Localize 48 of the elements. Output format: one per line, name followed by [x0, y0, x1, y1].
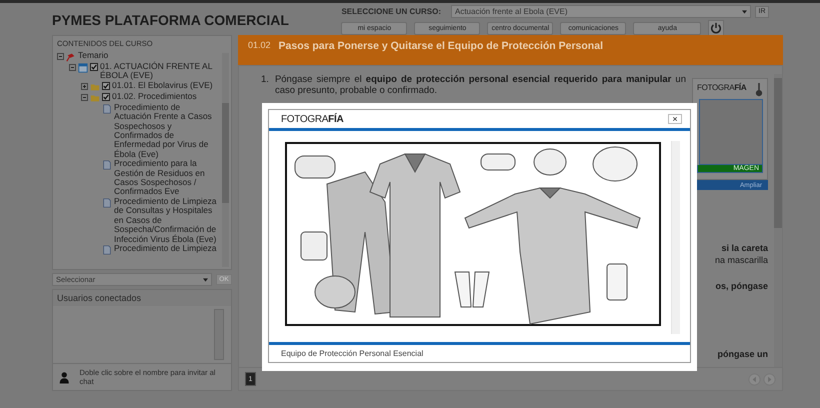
text-fragment: póngase un: [717, 348, 768, 360]
tree-item[interactable]: 01.02. Procedimientos: [112, 92, 220, 102]
tree-item[interactable]: 01. ACTUACIÓN FRENTE AL ÉBOLA (EVE): [100, 62, 220, 81]
brand-logo: FOTOGRAFÍA: [697, 83, 746, 94]
expander-icon[interactable]: [69, 64, 76, 71]
tree-item[interactable]: Temario: [78, 51, 220, 60]
document-icon: [102, 244, 112, 255]
app-title: PYMES PLATAFORMA COMERCIAL: [52, 12, 289, 30]
tree-item[interactable]: Procedimiento de Limpieza de Consultas y Hospitales en Casos de Sospecha/Confirmación de Infección Virus Ébola (Eve): [114, 196, 220, 244]
checkbox[interactable]: [102, 82, 110, 90]
step-text: Póngase siempre el equipo de protección personal esencial requerido para manipular un caso presunto, probable o confirmado.: [274, 74, 686, 96]
tree-item[interactable]: 01.01. El Ebolavirus (EVE): [112, 80, 220, 90]
text-fragment: na mascarilla: [714, 254, 768, 266]
lesson-title: Pasos para Ponerse y Quitarse el Equipo de Protección Personal: [278, 40, 603, 52]
dropdown-arrow-icon: [742, 10, 747, 14]
step-number: 1.: [261, 74, 269, 87]
power-icon[interactable]: [708, 20, 724, 36]
course-label: SELECCIONE UN CURSO:: [341, 7, 441, 16]
scrollbar[interactable]: [222, 53, 229, 267]
folder-icon: [90, 92, 100, 103]
document-icon: [102, 160, 112, 170]
scrollbar[interactable]: [214, 309, 224, 360]
tree-item[interactable]: Procedimiento de Limpieza: [114, 244, 220, 254]
image-caption: Equipo de Protección Personal Esencial: [280, 348, 424, 360]
course-select[interactable]: Actuación frente al Ebola (EVE): [451, 5, 751, 18]
tree-item[interactable]: Procedimiento para la Gestión de Residuos en Casos Sospechosos / Confirmados Eve: [114, 159, 220, 197]
calendar-icon: [78, 63, 88, 73]
user-silhouette-icon: [59, 370, 70, 384]
pin-icon: [66, 52, 76, 62]
close-button[interactable]: ×: [668, 114, 682, 124]
checkbox[interactable]: [102, 92, 110, 101]
scrollbar[interactable]: [774, 74, 782, 367]
document-icon: [102, 198, 112, 208]
expander-icon[interactable]: [57, 53, 64, 60]
text-fragment: si la careta: [721, 242, 768, 254]
pin-icon: [755, 83, 763, 97]
brand-logo: FOTOGRAFÍA: [281, 114, 344, 124]
expander-icon[interactable]: [81, 94, 88, 101]
folder-icon: [90, 82, 100, 92]
panel-title: Usuarios conectados: [53, 290, 231, 306]
dropdown-arrow-icon: [203, 278, 208, 282]
expander-icon[interactable]: [81, 82, 88, 90]
lesson-number: 01.02: [248, 40, 271, 50]
text-fragment: os, póngase: [715, 280, 768, 292]
tree-item[interactable]: Procedimiento de Actuación Frente a Casos Sospechosos y Confirmados de Enfermedad por Virus de Ébola (Eve): [114, 102, 220, 160]
photo-placeholder: [699, 99, 763, 165]
document-icon: [102, 104, 112, 114]
checkbox[interactable]: [90, 63, 98, 71]
